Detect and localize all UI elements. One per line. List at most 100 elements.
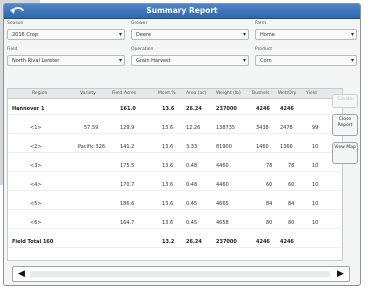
table-cell: 1460 — [256, 144, 269, 150]
table-cell: 13.6 — [162, 125, 174, 131]
table-cell: Hannover 1 — [12, 106, 45, 112]
table-cell: <4> — [30, 182, 42, 188]
table-row-total[interactable]: Field Total 160 13.2 26.24 237000 4246 4… — [8, 236, 342, 248]
table-cell: 4658 — [216, 220, 229, 226]
scroll-track[interactable] — [30, 271, 330, 277]
table-cell: <2> — [30, 144, 42, 150]
table-cell: 2478 — [280, 125, 293, 131]
column-header[interactable]: Bushels — [252, 91, 270, 96]
column-header[interactable]: Variety — [80, 91, 96, 96]
table-cell: 175.5 — [120, 163, 135, 169]
table-cell: 13.6 — [162, 144, 174, 150]
table-cell: 4246 — [256, 106, 270, 112]
product-dropdown[interactable]: Corn ▾ — [255, 55, 357, 66]
column-header[interactable]: Weight (lb) — [216, 91, 241, 96]
table-cell: 237000 — [216, 106, 237, 112]
table-row[interactable]: <1> 57.59 129.9 13.6 12.26 138735 3438 2… — [8, 122, 342, 134]
column-header[interactable]: Area (ac) — [186, 91, 207, 96]
column-header[interactable]: Moist.% — [158, 91, 176, 96]
field-label: Field — [7, 47, 18, 52]
chevron-down-icon: ▾ — [118, 57, 122, 64]
table-cell: <5> — [30, 201, 42, 207]
product-label: Product — [255, 47, 273, 52]
table-cell: Pacific 326 — [78, 144, 106, 150]
season-dropdown[interactable]: 2016 Crop ▾ — [7, 29, 125, 40]
operation-dropdown[interactable]: Grain Harvest ▾ — [131, 55, 249, 66]
table-cell: 13.6 — [162, 106, 175, 112]
chevron-down-icon: ▾ — [350, 57, 354, 64]
filter-panel: Season 2016 Crop ▾ Grower Deere ▾ Farm H… — [5, 21, 360, 87]
table-cell: 26.24 — [186, 106, 202, 112]
grower-label: Grower — [131, 21, 148, 26]
table-cell: 78 — [266, 163, 273, 169]
table-cell: 84 — [266, 201, 273, 207]
field-dropdown[interactable]: North Rival Loreter ▾ — [7, 55, 125, 66]
operation-label: Operation — [131, 47, 154, 52]
grower-dropdown[interactable]: Deere ▾ — [131, 29, 249, 40]
chevron-down-icon: ▾ — [350, 31, 354, 38]
table-cell: 3438 — [256, 125, 269, 131]
field-value: North Rival Loreter — [12, 58, 60, 64]
table-cell: 99 — [312, 125, 319, 131]
table-cell: 84 — [288, 201, 295, 207]
table-cell: 60 — [266, 182, 273, 188]
table-row[interactable]: <3> 175.5 13.6 0.48 4460 78 78 10 — [8, 160, 342, 172]
table-cell: 138735 — [216, 125, 236, 131]
horizontal-scrollbar[interactable]: ◀ ▶ — [12, 266, 350, 282]
table-cell: Field Total 160 — [12, 239, 54, 245]
scroll-right-icon[interactable]: ▶ — [334, 268, 347, 280]
table-cell: 10 — [312, 163, 319, 169]
table-cell: 13.6 — [162, 220, 174, 226]
table-cell: 4246 — [280, 106, 294, 112]
table-row-group[interactable]: Hannover 1 161.0 13.6 26.24 237000 4246 … — [8, 103, 342, 115]
table-cell: 237000 — [216, 239, 237, 245]
table-cell: 4246 — [256, 239, 270, 245]
chevron-down-icon: ▾ — [118, 31, 122, 38]
table-cell: 13.6 — [162, 182, 174, 188]
chevron-down-icon: ▾ — [242, 31, 246, 38]
view-map-button[interactable]: View Map — [332, 142, 358, 164]
table-cell: 10 — [312, 220, 319, 226]
table-row[interactable]: <6> 164.7 13.6 0.45 4658 80 80 10 — [8, 217, 342, 229]
table-row[interactable]: <5> 186.6 13.6 0.45 4665 84 84 10 — [8, 198, 342, 210]
column-header[interactable]: Wet/Dry — [278, 91, 296, 96]
grower-value: Deere — [136, 32, 152, 38]
table-header: Region Variety Field Acres Moist.% Area … — [8, 89, 342, 99]
table-cell: <6> — [30, 220, 42, 226]
table-cell: 0.45 — [186, 201, 198, 207]
page-title: Summary Report — [146, 6, 218, 15]
report-table[interactable]: Region Variety Field Acres Moist.% Area … — [7, 88, 343, 261]
column-header[interactable]: Field Acres — [112, 91, 136, 96]
table-cell: 4665 — [216, 201, 229, 207]
product-value: Corn — [260, 58, 272, 64]
table-cell: 4460 — [216, 182, 229, 188]
table-cell: 186.6 — [120, 201, 135, 207]
table-cell: 3.33 — [186, 144, 198, 150]
close-report-button[interactable]: Close Report — [332, 114, 358, 136]
table-cell: 10 — [312, 201, 319, 207]
table-cell: 80 — [266, 220, 273, 226]
table-cell: 10 — [312, 144, 319, 150]
table-row[interactable]: <2> Pacific 326 141.2 13.6 3.33 81900 14… — [8, 141, 342, 153]
table-cell: 12.26 — [186, 125, 201, 131]
column-header[interactable]: Region — [32, 91, 47, 96]
table-cell: 141.2 — [120, 144, 135, 150]
table-cell: 57.59 — [84, 125, 99, 131]
table-cell: 80 — [288, 220, 295, 226]
scroll-left-icon[interactable]: ◀ — [15, 268, 28, 280]
table-cell: 10 — [312, 182, 319, 188]
create-button[interactable]: Create — [332, 94, 358, 108]
table-cell: 1366 — [280, 144, 293, 150]
table-cell: 13.6 — [162, 163, 174, 169]
table-cell: 0.48 — [186, 182, 198, 188]
table-cell: 60 — [288, 182, 295, 188]
table-row[interactable]: <4> 170.7 13.6 0.48 4460 60 60 10 — [8, 179, 342, 191]
table-cell: 78 — [288, 163, 295, 169]
table-cell: 170.7 — [120, 182, 135, 188]
operation-value: Grain Harvest — [136, 58, 171, 64]
table-cell: <3> — [30, 163, 42, 169]
table-cell: 129.9 — [120, 125, 135, 131]
table-cell: 161.0 — [120, 106, 136, 112]
farm-dropdown[interactable]: Home ▾ — [255, 29, 357, 40]
column-header[interactable]: Yield — [306, 91, 317, 96]
